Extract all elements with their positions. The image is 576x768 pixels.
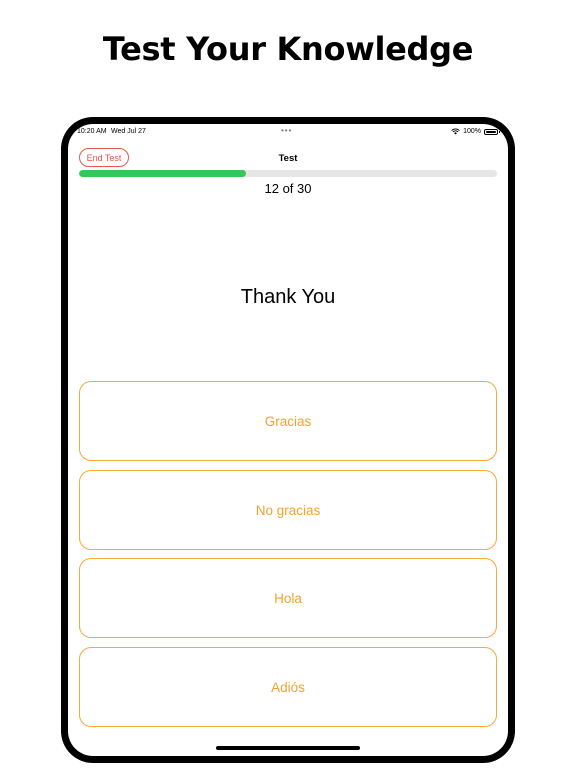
status-right: 100% xyxy=(451,128,500,135)
nav-bar: End Test Test xyxy=(68,144,508,172)
headline: Test Your Knowledge xyxy=(102,30,474,68)
tablet-frame: 10:20 AM Wed Jul 27 ••• 100% End Test Te… xyxy=(61,117,515,763)
tablet-screen: 10:20 AM Wed Jul 27 ••• 100% End Test Te… xyxy=(68,124,508,756)
battery-icon xyxy=(484,128,500,135)
status-date: Wed Jul 27 xyxy=(111,128,146,135)
question-text: Thank You xyxy=(240,286,336,308)
status-time: 10:20 AM xyxy=(77,128,107,135)
answer-option-1[interactable]: Gracias xyxy=(79,381,497,461)
home-indicator[interactable] xyxy=(216,746,360,750)
battery-percent: 100% xyxy=(463,128,481,135)
progress-count: 12 of 30 xyxy=(264,181,312,196)
progress-bar xyxy=(79,170,497,177)
status-bar: 10:20 AM Wed Jul 27 ••• 100% xyxy=(68,124,508,140)
answer-option-2[interactable]: No gracias xyxy=(79,470,497,550)
nav-title: Test xyxy=(278,153,298,164)
answer-option-3[interactable]: Hola xyxy=(79,558,497,638)
wifi-icon xyxy=(451,128,460,135)
progress-bar-fill xyxy=(79,170,247,177)
answer-option-4[interactable]: Adiós xyxy=(79,647,497,727)
multitask-dots-icon[interactable]: ••• xyxy=(281,126,292,135)
